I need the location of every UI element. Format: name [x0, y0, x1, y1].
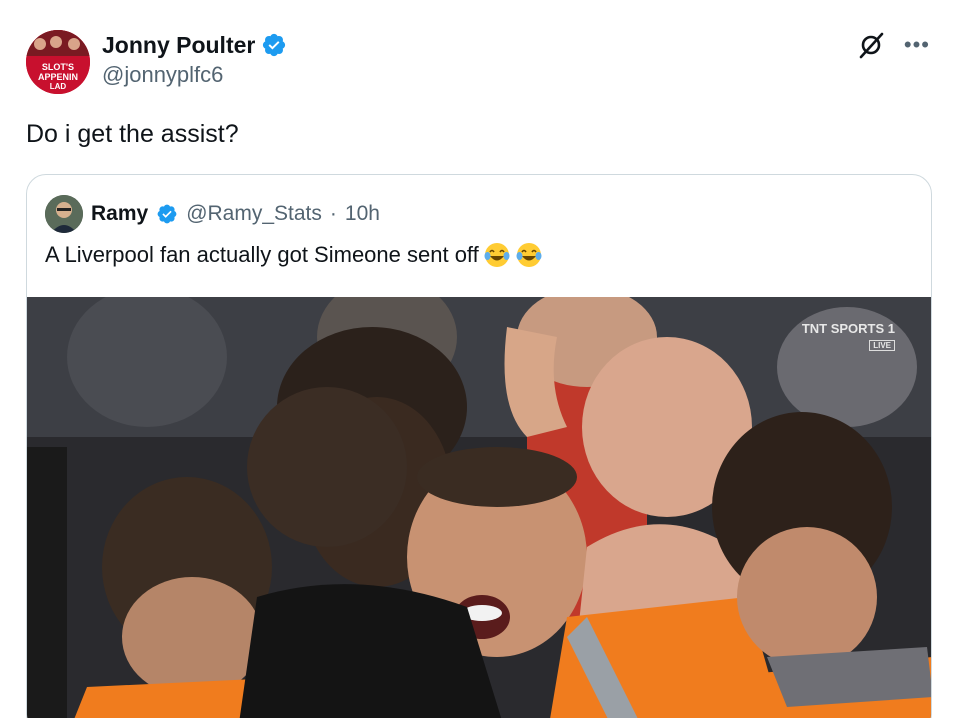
- broadcaster-name: TNT SPORTS 1: [801, 321, 895, 336]
- more-options-icon[interactable]: •••: [904, 30, 930, 60]
- tweet-text: Do i get the assist?: [26, 120, 239, 148]
- quoted-author-avatar[interactable]: [45, 195, 83, 233]
- quoted-tweet-text: A Liverpool fan actually got Simeone sen…: [45, 242, 479, 267]
- svg-text:APPENIN: APPENIN: [38, 72, 78, 82]
- verified-badge-icon[interactable]: [156, 203, 178, 225]
- quoted-author-handle[interactable]: @Ramy_Stats: [186, 202, 322, 226]
- quoted-tweet-text-row: A Liverpool fan actually got Simeone sen…: [45, 241, 543, 269]
- quoted-tweet-timestamp[interactable]: 10h: [345, 202, 380, 226]
- face-with-tears-of-joy-icon: [516, 243, 542, 267]
- live-badge: LIVE: [869, 340, 895, 351]
- quoted-tweet-media[interactable]: TNT SPORTS 1 LIVE: [27, 297, 931, 718]
- separator-dot: ·: [329, 202, 337, 225]
- author-avatar[interactable]: SLOT'S APPENIN LAD: [26, 30, 90, 94]
- author-display-name[interactable]: Jonny Poulter: [102, 32, 255, 59]
- tweet-actions: •••: [856, 30, 930, 60]
- display-name-row: Jonny Poulter: [102, 30, 287, 60]
- quoted-author-display-name[interactable]: Ramy: [91, 202, 148, 226]
- svg-text:LAD: LAD: [50, 82, 67, 91]
- quoted-tweet-card[interactable]: Ramy @Ramy_Stats · 10h A Liverpool fan a…: [26, 174, 932, 718]
- grok-icon[interactable]: [856, 30, 886, 60]
- quoted-tweet-header: Ramy @Ramy_Stats · 10h: [45, 195, 380, 233]
- broadcaster-logo: TNT SPORTS 1 LIVE: [802, 321, 895, 351]
- video-frame-crowd: [27, 297, 931, 718]
- verified-badge-icon[interactable]: [261, 32, 287, 58]
- face-with-tears-of-joy-icon: [484, 243, 510, 267]
- svg-text:SLOT'S: SLOT'S: [42, 62, 74, 72]
- author-handle[interactable]: @jonnyplfc6: [102, 62, 287, 88]
- author-header: Jonny Poulter @jonnyplfc6: [102, 30, 287, 88]
